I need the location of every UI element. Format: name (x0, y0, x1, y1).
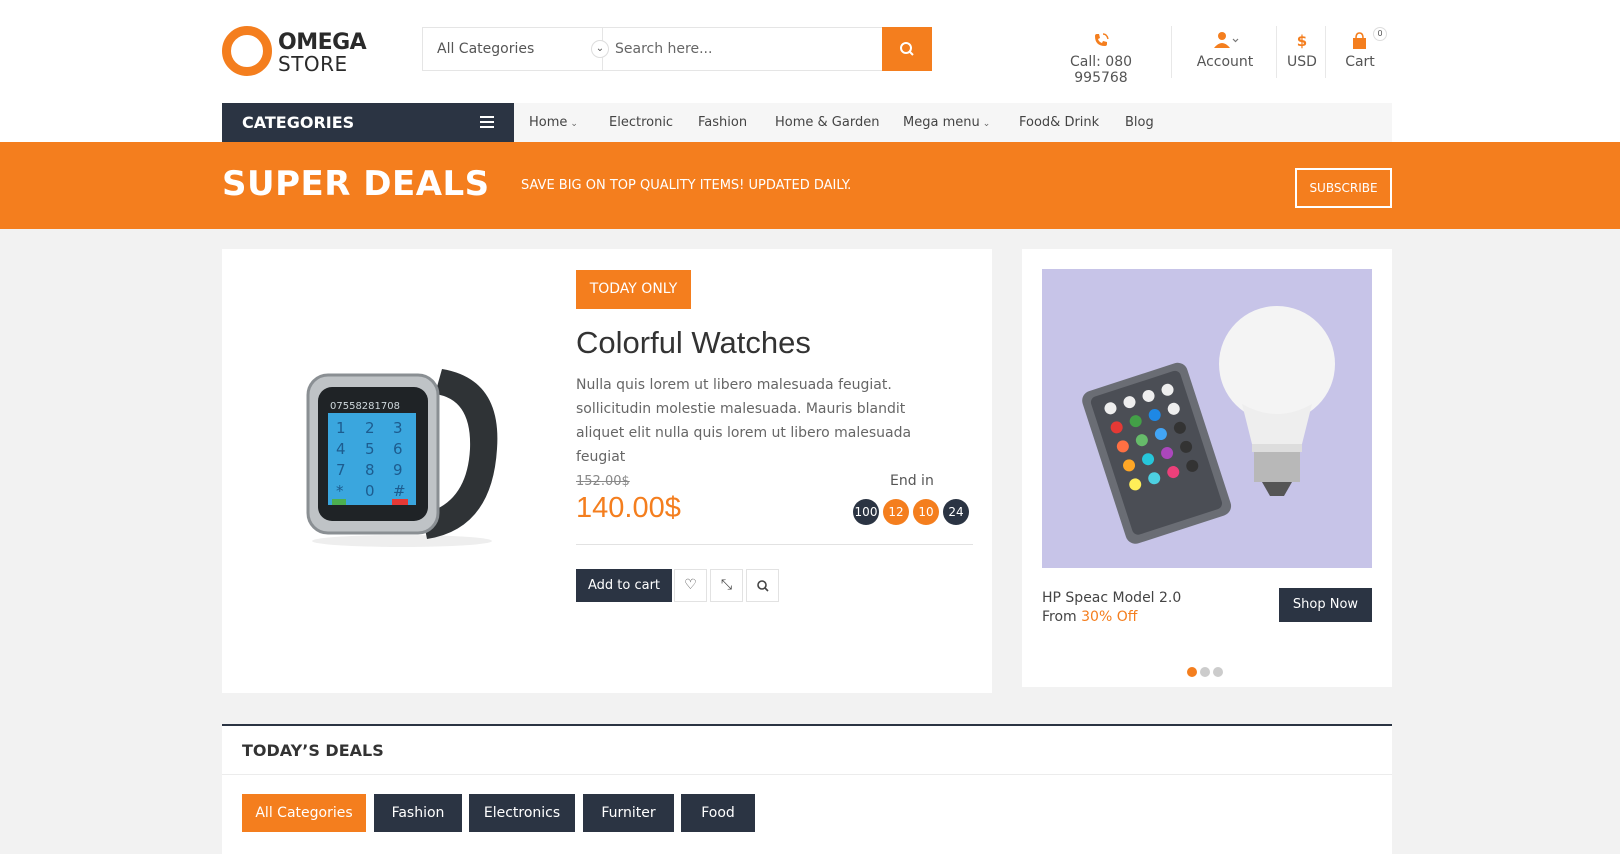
countdown-minutes: 10 (913, 499, 939, 525)
user-icon (1214, 32, 1239, 48)
categories-toggle[interactable]: CATEGORIES (222, 103, 514, 142)
quick-view-button[interactable] (746, 569, 779, 602)
account-menu[interactable]: Account (1185, 30, 1265, 70)
add-to-cart-button[interactable]: Add to cart (576, 569, 672, 602)
svg-text:0: 0 (365, 482, 375, 500)
featured-product-card: HP Speac Model 2.0 From 30% Off Shop Now (1022, 249, 1392, 687)
smartwatch-image[interactable]: 07558281708 1 23 4 56 7 89 * 0 # (292, 309, 522, 549)
tab-furniter[interactable]: Furniter (583, 794, 674, 832)
nav-item-food-drink[interactable]: Food& Drink (1019, 103, 1099, 142)
tab-all-categories[interactable]: All Categories (242, 794, 366, 832)
chevron-down-icon: ⌄ (570, 119, 578, 129)
categories-label: CATEGORIES (242, 113, 355, 132)
chevron-down-icon: ⌄ (982, 119, 991, 129)
deal-divider (576, 544, 973, 545)
search-icon (900, 42, 914, 56)
deal-of-the-day-card: 07558281708 123 456 789 * 0 # TODAY ONLY C… (222, 249, 992, 693)
carousel-dot[interactable] (1200, 667, 1210, 677)
menu-icon (480, 116, 494, 128)
svg-text:1: 1 (336, 419, 346, 437)
carousel-dots (1187, 662, 1226, 681)
call-link[interactable]: Call: 080 995768 (1045, 30, 1157, 86)
sale-price: 140.00$ (576, 492, 681, 524)
countdown-hours: 12 (883, 499, 909, 525)
banner-tagline: SAVE BIG ON TOP QUALITY ITEMS! UPDATED D… (521, 178, 852, 193)
subscribe-button[interactable]: SUBSCRIBE (1295, 168, 1392, 208)
svg-text:4: 4 (336, 440, 346, 458)
nav-item-electronic[interactable]: Electronic (609, 103, 673, 142)
shop-now-button[interactable]: Shop Now (1279, 588, 1372, 622)
category-select[interactable]: All Categories (423, 28, 603, 70)
header-divider (1325, 26, 1326, 78)
tab-electronics[interactable]: Electronics (469, 794, 575, 832)
nav-item-mega-menu[interactable]: Mega menu ⌄ (903, 103, 990, 142)
carousel-dot[interactable] (1213, 667, 1223, 677)
svg-text:2: 2 (365, 419, 375, 437)
search-button[interactable] (882, 27, 932, 71)
deal-description: Nulla quis lorem ut libero malesuada feu… (576, 377, 912, 465)
watch-screen-number: 07558281708 (330, 401, 400, 412)
banner-title: SUPER DEALS (222, 164, 490, 204)
main-nav: CATEGORIES Home ⌄ Electronic Fashion Home… (222, 103, 1392, 142)
svg-text:3: 3 (393, 419, 403, 437)
section-title: TODAY’S DEALS (242, 741, 384, 760)
remote-and-bulb-image (1082, 306, 1335, 544)
currency-switcher[interactable]: $ USD (1280, 30, 1324, 70)
product-image[interactable] (1042, 269, 1372, 568)
tab-fashion[interactable]: Fashion (374, 794, 462, 832)
search-input[interactable] (615, 28, 875, 70)
search-icon (756, 580, 769, 592)
logo-ring-icon (222, 26, 272, 76)
account-label: Account (1196, 54, 1254, 70)
svg-text:#: # (393, 482, 406, 500)
phone-icon (1095, 33, 1109, 46)
nav-item-home[interactable]: Home ⌄ (529, 103, 578, 142)
call-text: Call: 080 995768 (1069, 54, 1133, 86)
old-price: 152.00$ (576, 474, 630, 489)
svg-text:6: 6 (393, 440, 403, 458)
logo-text-store: STORE (278, 52, 348, 76)
cart-label: Cart (1345, 54, 1375, 70)
dollar-icon: $ (1296, 32, 1308, 50)
cart-count-badge: 0 (1373, 27, 1387, 41)
compare-icon: ⤡ (720, 577, 733, 593)
svg-text:9: 9 (393, 461, 403, 479)
super-deals-banner: SUPER DEALS SAVE BIG ON TOP QUALITY ITEM… (0, 142, 1620, 229)
product-name[interactable]: HP Speac Model 2.0 (1042, 590, 1181, 606)
deal-title[interactable]: Colorful Watches (576, 325, 811, 361)
nav-item-fashion[interactable]: Fashion (698, 103, 747, 142)
todays-deals-section: TODAY’S DEALS All Categories Fashion Ele… (222, 724, 1392, 854)
chevron-down-icon[interactable]: ⌄ (591, 40, 609, 58)
compare-button[interactable]: ⤡ (710, 569, 743, 602)
end-in-label: End in (890, 473, 934, 489)
svg-text:8: 8 (365, 461, 375, 479)
store-logo[interactable]: OMEGA STORE (222, 26, 367, 78)
nav-item-blog[interactable]: Blog (1125, 103, 1154, 142)
today-only-badge: TODAY ONLY (576, 270, 691, 309)
svg-text:5: 5 (365, 440, 375, 458)
wishlist-button[interactable]: ♡ (674, 569, 707, 602)
svg-text:*: * (336, 482, 344, 500)
heart-icon: ♡ (684, 577, 697, 593)
product-discount: From 30% Off (1042, 609, 1138, 625)
header-divider (1171, 26, 1172, 78)
tab-food[interactable]: Food (681, 794, 755, 832)
section-divider (222, 774, 1392, 775)
search-bar: All Categories ⌄ (422, 27, 932, 71)
cart-link[interactable]: Cart 0 (1335, 27, 1387, 70)
currency-label: USD (1287, 54, 1317, 70)
svg-text:7: 7 (336, 461, 346, 479)
header-divider (1276, 26, 1277, 78)
countdown-days: 100 (853, 499, 879, 525)
countdown-seconds: 24 (943, 499, 969, 525)
nav-item-home-garden[interactable]: Home & Garden (775, 103, 879, 142)
carousel-dot[interactable] (1187, 667, 1197, 677)
